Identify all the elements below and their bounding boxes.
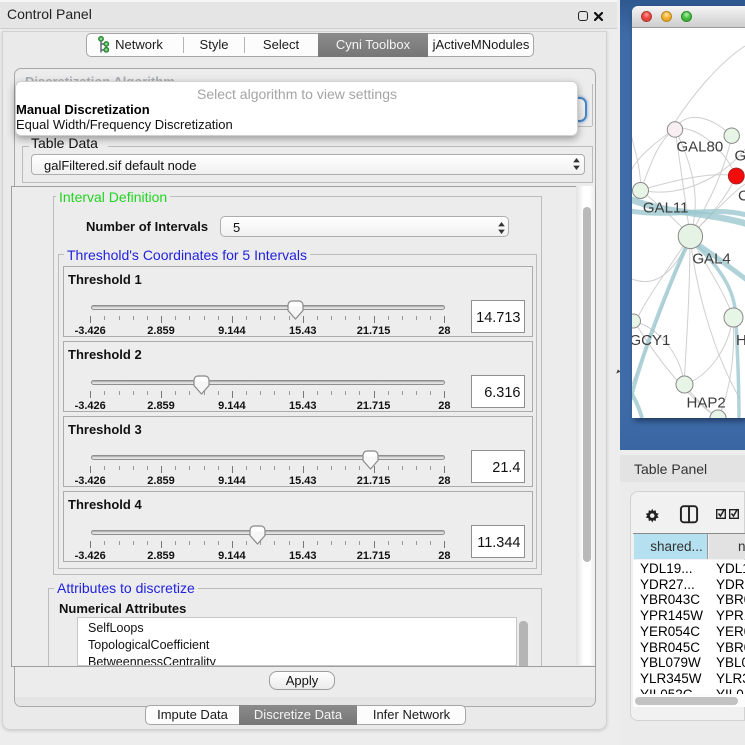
svg-text:HAP2: HAP2 [687, 395, 726, 412]
svg-text:GAL80: GAL80 [677, 139, 724, 156]
svg-text:GAL4: GAL4 [692, 251, 730, 268]
svg-text:C: C [738, 188, 745, 205]
svg-text:GCY1: GCY1 [632, 332, 670, 349]
svg-text:H: H [736, 332, 745, 349]
svg-text:GAL11: GAL11 [643, 200, 689, 217]
svg-text:G: G [735, 148, 745, 165]
